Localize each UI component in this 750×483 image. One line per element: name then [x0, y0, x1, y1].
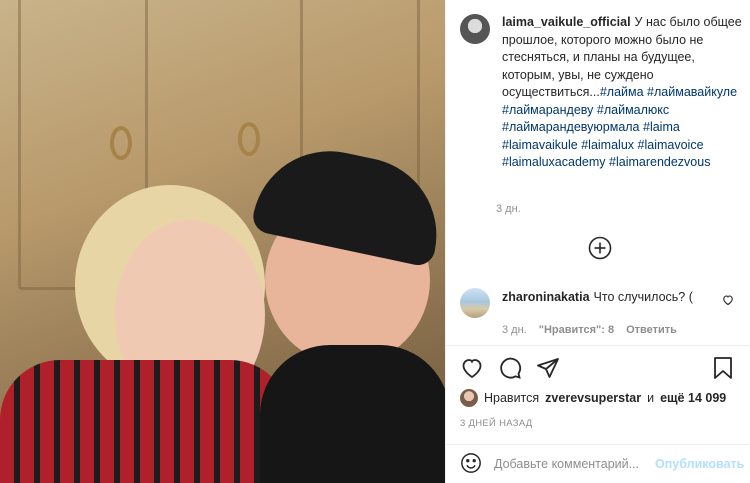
hashtag-link[interactable]: #laimalux	[581, 138, 634, 152]
hashtag-link[interactable]: #laimavoice	[638, 138, 704, 152]
hashtag-link[interactable]: #лаймарандеву	[502, 103, 593, 117]
comment-text: Что случилось? (	[593, 290, 693, 304]
comment-reply-button[interactable]: Ответить	[626, 324, 677, 336]
post-details-panel: laima_vaikule_official У нас было общее п…	[445, 0, 750, 483]
post-date[interactable]: 3 ДНЕЙ НАЗАД	[460, 418, 533, 429]
plus-circle-icon	[588, 236, 612, 260]
hashtag-link[interactable]: #laima	[643, 120, 680, 134]
author-avatar[interactable]	[460, 14, 490, 44]
comment-item: zharoninakatia Что случилось? ( 3 дн. "Нр…	[460, 288, 745, 336]
hashtag-link[interactable]: #laimarendezvous	[609, 155, 710, 169]
commenter-username[interactable]: zharoninakatia	[502, 290, 590, 304]
author-username[interactable]: laima_vaikule_official	[502, 15, 631, 29]
comment-meta: 3 дн. "Нравится": 8 Ответить	[502, 324, 693, 336]
hashtag-link[interactable]: #лайма	[600, 85, 644, 99]
emoji-button[interactable]	[460, 452, 482, 477]
door-handle	[238, 122, 260, 156]
man-hoodie	[260, 345, 445, 483]
hashtag-link[interactable]: #лаймалюкс	[597, 103, 669, 117]
comment-input[interactable]	[494, 457, 655, 471]
comment-body: zharoninakatia Что случилось? ( 3 дн. "Нр…	[502, 288, 693, 336]
likes-summary: Нравится zverevsuperstar и ещё 14 099	[460, 389, 726, 407]
woman-shirt	[0, 360, 290, 483]
commenter-avatar[interactable]	[460, 288, 490, 318]
liker-avatar[interactable]	[460, 389, 478, 407]
share-button[interactable]	[536, 356, 560, 383]
likes-count[interactable]: ещё 14 099	[660, 391, 726, 405]
post-photo[interactable]	[0, 0, 445, 483]
post-actions-bar	[446, 345, 750, 391]
hashtag-link[interactable]: #laimavaikule	[502, 138, 578, 152]
hashtag-link[interactable]: #laimaluxacademy	[502, 155, 606, 169]
liker-username[interactable]: zverevsuperstar	[545, 391, 641, 405]
heart-icon	[462, 359, 482, 379]
door-handle	[110, 126, 132, 160]
caption-text: laima_vaikule_official У нас было общее п…	[502, 14, 745, 172]
emoji-icon	[461, 452, 481, 473]
load-more-comments-button[interactable]	[588, 236, 612, 260]
comment-likes-count[interactable]: "Нравится": 8	[539, 324, 614, 336]
caption-timestamp[interactable]: 3 дн.	[496, 203, 521, 215]
likes-prefix: Нравится	[484, 391, 540, 405]
heart-icon	[723, 295, 733, 306]
add-comment-bar: Опубликовать	[446, 444, 750, 483]
hashtag-link[interactable]: #лаймавайкуле	[647, 85, 737, 99]
send-icon	[537, 358, 559, 378]
hashtag-link[interactable]: #лаймарандевуюрмала	[502, 120, 640, 134]
comment-icon	[500, 357, 522, 379]
bookmark-icon	[714, 357, 732, 379]
comment-like-button[interactable]	[722, 294, 734, 309]
post-view: laima_vaikule_official У нас было общее п…	[0, 0, 750, 483]
publish-button[interactable]: Опубликовать	[655, 457, 744, 471]
post-caption: laima_vaikule_official У нас было общее п…	[460, 14, 745, 172]
save-button[interactable]	[712, 356, 734, 383]
like-button[interactable]	[460, 356, 484, 383]
comment-timestamp[interactable]: 3 дн.	[502, 324, 527, 336]
likes-conjunction: и	[647, 391, 655, 405]
comment-button[interactable]	[498, 356, 522, 383]
